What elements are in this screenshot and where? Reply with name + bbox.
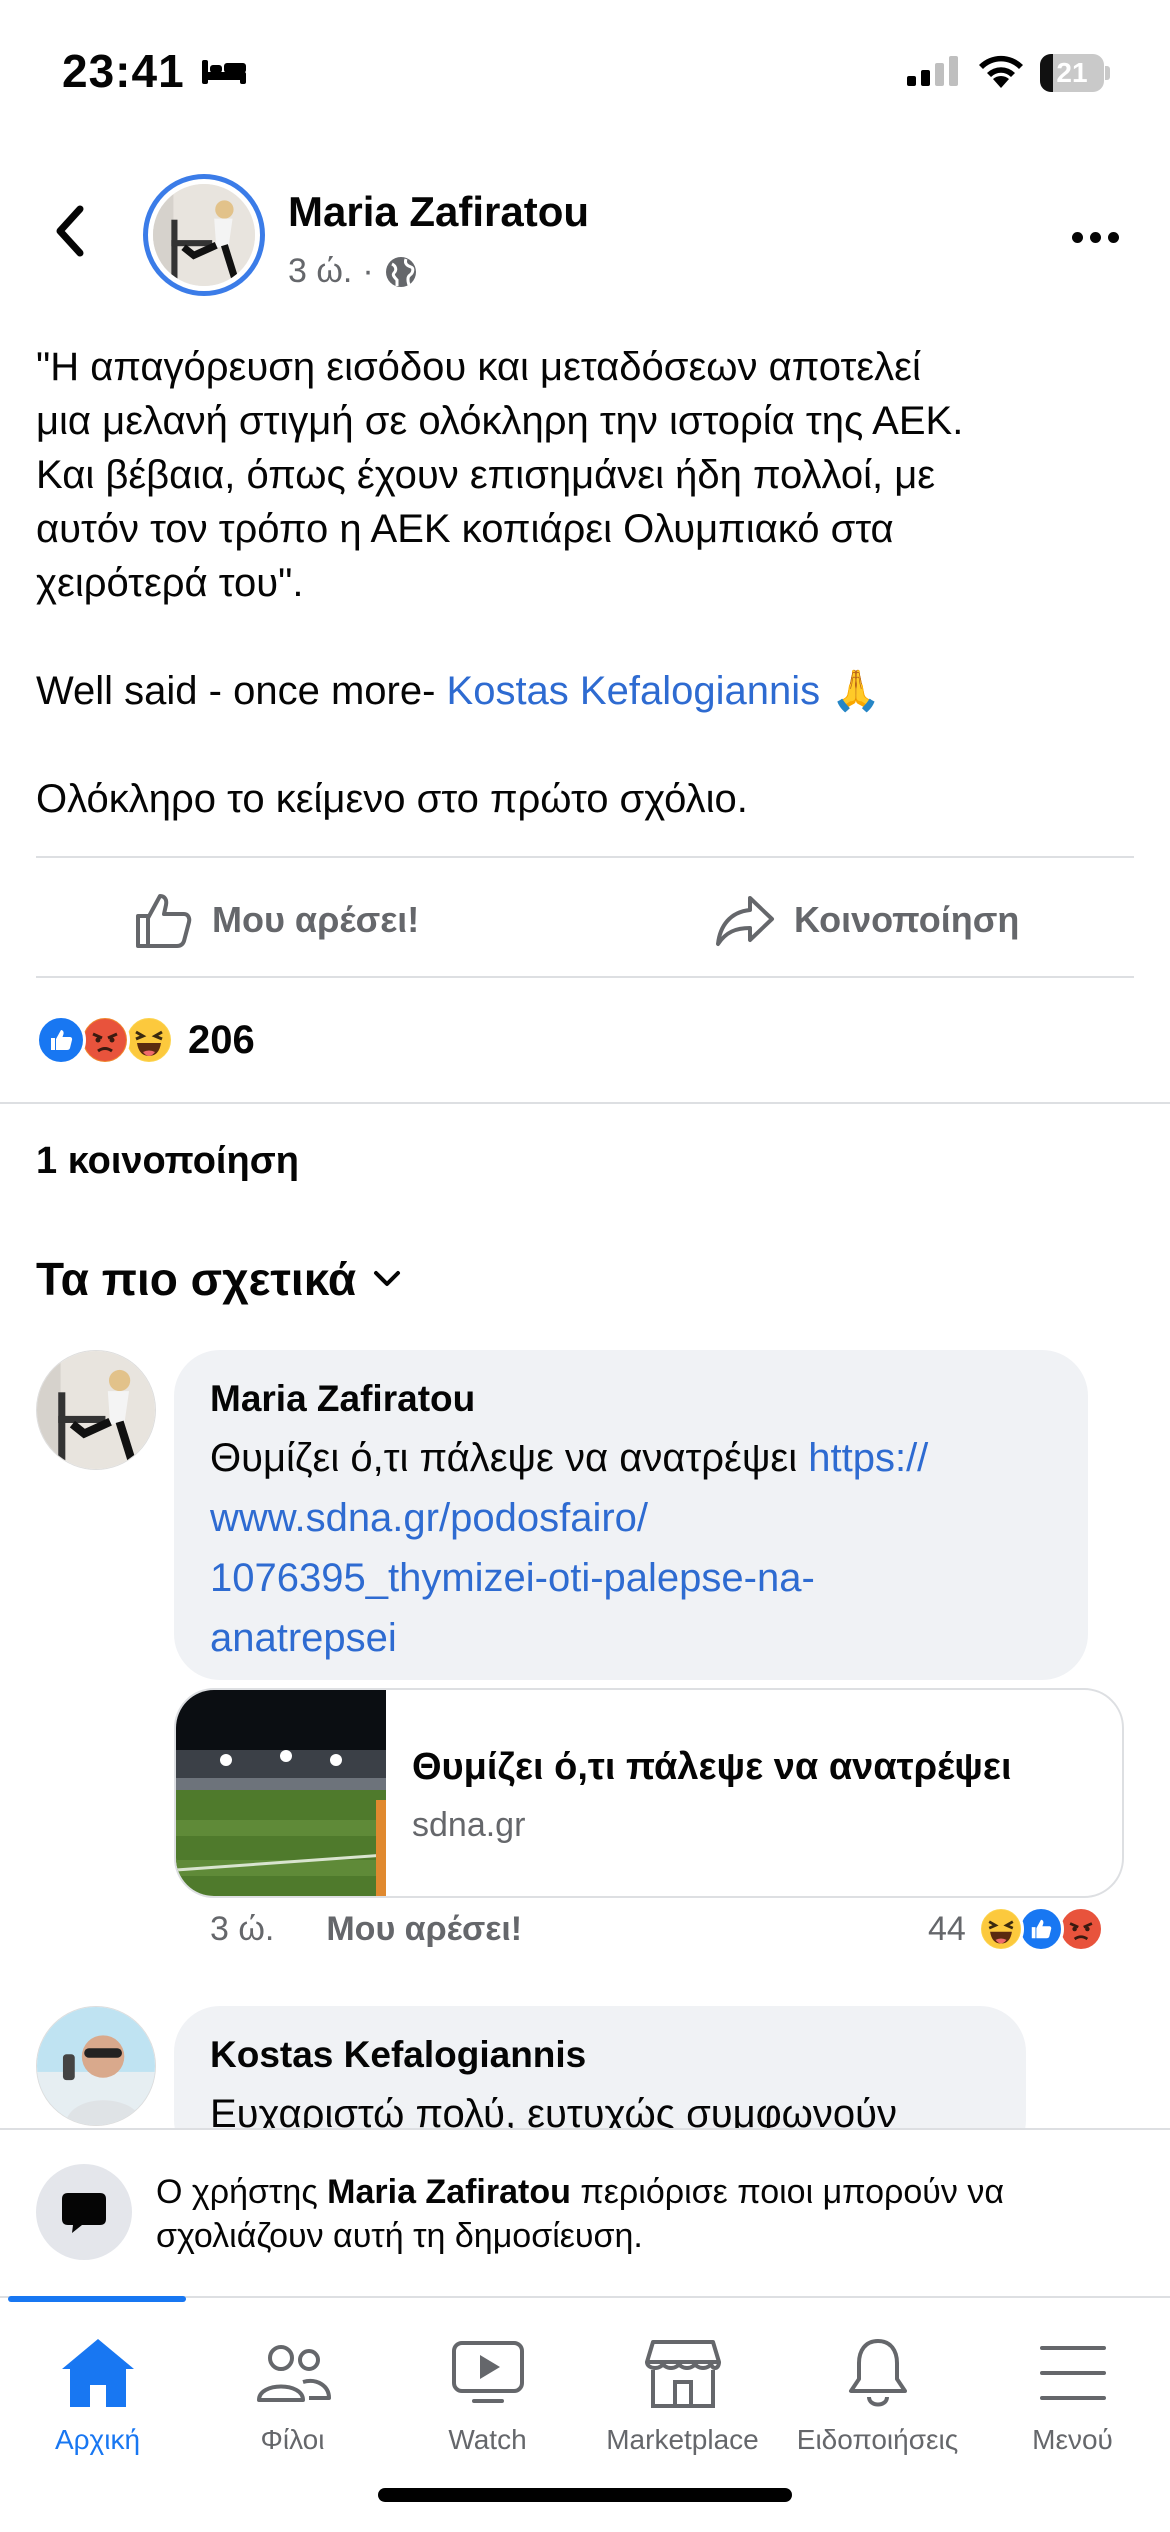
shares-count[interactable]: 1 κοινοποίηση — [36, 1140, 299, 1183]
angry-reaction-icon — [80, 1015, 130, 1065]
tab-label: Watch — [448, 2424, 527, 2455]
more-options-button[interactable] — [1060, 212, 1130, 262]
battery-level: 21 — [1056, 57, 1088, 88]
haha-reaction-icon — [977, 1906, 1024, 1952]
globe-icon — [385, 256, 416, 287]
link-preview-title: Θυμίζει ό,τι πάλεψε να ανατρέψει — [412, 1746, 1012, 1788]
comment-link[interactable]: anatrepsei — [210, 1616, 397, 1660]
tab-label: Ειδοποιήσεις — [796, 2424, 959, 2455]
reaction-count: 206 — [188, 1017, 255, 1062]
back-button[interactable] — [40, 196, 100, 266]
tab-label: Αρχική — [54, 2424, 141, 2455]
marketplace-icon — [644, 2340, 721, 2408]
like-label: Μου αρέσει! — [212, 899, 420, 940]
pray-emoji: 🙏 — [831, 669, 882, 713]
restriction-text: Ο χρήστης Maria Zafiratou περιόρισε ποιο… — [156, 2170, 1136, 2258]
wifi-icon — [979, 55, 1023, 88]
comment-avatar[interactable] — [36, 2006, 156, 2126]
divider — [0, 1102, 1170, 1104]
tab-label: Φίλοι — [260, 2424, 325, 2455]
tab-friends[interactable]: Φίλοι — [195, 2328, 390, 2478]
sort-label: Τα πιο σχετικά — [36, 1253, 357, 1305]
divider — [36, 856, 1134, 858]
haha-reaction-icon — [124, 1015, 174, 1065]
comment-avatar[interactable] — [36, 1350, 156, 1470]
tab-menu[interactable]: Μενού — [975, 2328, 1170, 2478]
like-button[interactable]: Μου αρέσει! — [134, 880, 419, 960]
comment-like-button[interactable]: Μου αρέσει! — [326, 1910, 522, 1949]
comment-reaction-count: 44 — [928, 1909, 966, 1948]
author-avatar[interactable] — [143, 174, 265, 296]
like-reaction-icon — [1017, 1906, 1064, 1952]
bell-icon — [848, 2339, 907, 2407]
comment-text-prefix: Θυμίζει ό,τι πάλεψε να ανατρέψει — [210, 1436, 809, 1480]
post-time[interactable]: 3 ώ. — [288, 252, 352, 291]
divider — [36, 976, 1134, 978]
comment-time: 3 ώ. — [210, 1910, 275, 1948]
tab-label: Marketplace — [606, 2424, 759, 2455]
watch-icon — [451, 2341, 524, 2403]
post-text-line: αυτόν τον τρόπο η ΑΕΚ κοπιάρει Ολυμπιακό… — [36, 507, 894, 551]
tab-notifications[interactable]: Ειδοποιήσεις — [780, 2328, 975, 2478]
chevron-left-icon — [56, 205, 84, 257]
mention-link[interactable]: Kostas Kefalogiannis — [447, 669, 821, 713]
post-meta: 3 ώ. · — [288, 252, 418, 291]
dot-icon — [1071, 231, 1083, 243]
comment-meta: 3 ώ. Μου αρέσει! — [210, 1910, 522, 1949]
link-preview-thumbnail — [176, 1690, 386, 1896]
thumbs-up-icon — [136, 894, 192, 948]
comment-link[interactable]: 1076395_thymizei-oti-palepse-na- — [210, 1556, 815, 1600]
link-preview-domain: sdna.gr — [412, 1806, 526, 1844]
tab-watch[interactable]: Watch — [390, 2328, 585, 2478]
meta-separator: · — [362, 252, 374, 290]
share-button[interactable]: Κοινοποίηση — [714, 880, 1019, 960]
like-reaction-icon — [36, 1015, 86, 1065]
link-preview-card[interactable]: Θυμίζει ό,τι πάλεψε να ανατρέψει sdna.gr — [174, 1688, 1124, 1898]
share-label: Κοινοποίηση — [794, 899, 1020, 940]
comment-link[interactable]: https:// — [808, 1436, 928, 1480]
post-text-line: Well said - once more- Kostas Kefalogian… — [36, 664, 1136, 718]
post-text-line: χειρότερά του". — [36, 561, 304, 605]
comment-sort-dropdown[interactable]: Τα πιο σχετικά — [36, 1252, 402, 1306]
comment-restriction-banner: Ο χρήστης Maria Zafiratou περιόρισε ποιο… — [0, 2128, 1170, 2296]
dot-icon — [1107, 231, 1119, 243]
friends-icon — [256, 2345, 331, 2402]
post-text-line: "Η απαγόρευση εισόδου και μεταδόσεων απο… — [36, 345, 921, 389]
post-text: "Η απαγόρευση εισόδου και μεταδόσεων απο… — [36, 340, 1136, 826]
restriction-author: Maria Zafiratou — [327, 2173, 571, 2211]
post-author-name[interactable]: Maria Zafiratou — [288, 188, 589, 236]
restriction-prefix: Ο χρήστης — [156, 2173, 328, 2211]
post-reactions[interactable]: 206 — [36, 1010, 255, 1070]
angry-reaction-icon — [1057, 1906, 1104, 1952]
bed-icon — [202, 60, 246, 84]
tab-marketplace[interactable]: Marketplace — [585, 2328, 780, 2478]
post-text-line: Ολόκληρο το κείμενο στο πρώτο σχόλιο. — [36, 777, 748, 821]
home-indicator[interactable] — [378, 2488, 792, 2502]
chevron-down-icon — [374, 1271, 401, 1286]
cellular-signal-icon — [907, 56, 958, 86]
dot-icon — [1089, 231, 1101, 243]
battery-indicator: 21 — [1040, 54, 1110, 92]
comment-bubble[interactable]: Maria Zafiratou Θυμίζει ό,τι πάλεψε να α… — [174, 1350, 1088, 1680]
status-bar: 23:41 21 — [0, 0, 1170, 150]
chat-bubble-icon — [36, 2164, 132, 2260]
status-time: 23:41 — [62, 45, 185, 97]
comment-reactions[interactable]: 44 — [928, 1906, 1104, 1952]
well-said-text: Well said - once more- — [36, 669, 447, 713]
comment-author[interactable]: Maria Zafiratou — [210, 1376, 1052, 1422]
post-text-line: μια μελανή στιγμή σε ολόκληρη την ιστορί… — [36, 399, 964, 443]
comment-author[interactable]: Kostas Kefalogiannis — [210, 2032, 990, 2078]
active-tab-indicator — [8, 2296, 186, 2302]
tab-home[interactable]: Αρχική — [0, 2328, 195, 2478]
post-text-line: Και βέβαια, όπως έχουν επισημάνει ήδη πο… — [36, 453, 936, 497]
home-icon — [61, 2339, 134, 2407]
menu-icon — [1039, 2346, 1106, 2400]
share-arrow-icon — [716, 896, 774, 946]
comment-text: Θυμίζει ό,τι πάλεψε να ανατρέψει https:/… — [210, 1428, 1052, 1668]
tab-label: Μενού — [1032, 2424, 1113, 2455]
comment-link[interactable]: www.sdna.gr/podosfairo/ — [210, 1496, 648, 1540]
